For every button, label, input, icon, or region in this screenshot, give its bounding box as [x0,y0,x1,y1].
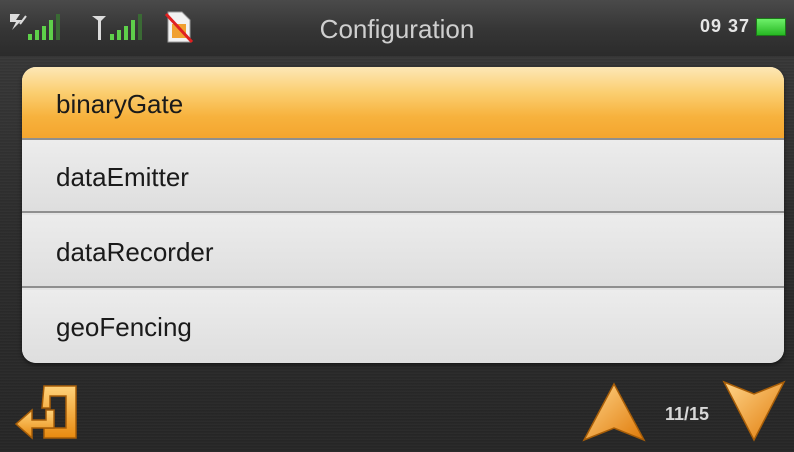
list-item-geofencing[interactable]: geoFencing [22,290,784,363]
list-item-dataemitter[interactable]: dataEmitter [22,140,784,213]
scroll-up-button[interactable] [582,382,646,442]
arrow-up-icon [582,382,646,442]
scroll-down-button[interactable] [722,380,786,442]
back-button[interactable] [14,380,84,444]
page-title: Configuration [319,14,475,44]
list-item-binarygate[interactable]: binaryGate [22,67,784,140]
clock: 09 37 [699,16,750,36]
list-item-label: dataRecorder [56,237,214,267]
battery-icon [756,18,786,36]
config-list: binaryGate dataEmitter dataRecorder geoF… [22,67,784,363]
status-bar: Configuration 09 37 [0,0,794,56]
back-arrow-icon [14,385,77,440]
arrow-down-icon [722,380,786,442]
list-item-label: dataEmitter [56,162,189,192]
list-item-label: binaryGate [56,89,184,119]
page-indicator: 11/15 [664,404,710,424]
list-item-datarecorder[interactable]: dataRecorder [22,215,784,288]
list-item-label: geoFencing [56,312,192,342]
